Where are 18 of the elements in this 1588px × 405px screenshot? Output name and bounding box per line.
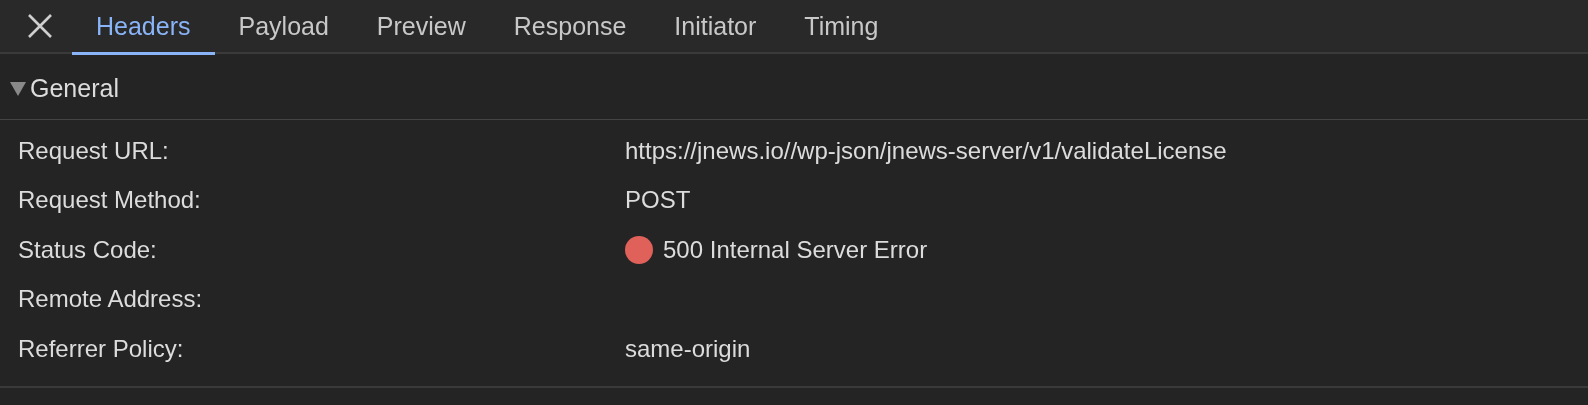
tab[interactable]: Payload [214, 0, 353, 55]
header-value: 500 Internal Server Error [663, 235, 928, 264]
section-header[interactable]: General [0, 58, 1588, 120]
tab[interactable]: Headers [72, 0, 215, 55]
tab[interactable]: Timing [780, 0, 903, 55]
header-name: Status Code: [17, 235, 158, 264]
header-value: https://jnews.io//wp-json/jnews-server/v1/validateLicense [625, 136, 1227, 165]
header-name: Request URL: [17, 136, 170, 165]
close-icon[interactable] [27, 13, 53, 39]
tab[interactable]: Initiator [650, 0, 781, 55]
header-value: same-origin [625, 334, 751, 363]
header-name: Remote Address: [17, 285, 204, 314]
tab[interactable]: Preview [352, 0, 490, 55]
triangle-icon[interactable] [10, 81, 26, 96]
header-value: POST [625, 186, 691, 215]
tab[interactable]: Response [489, 0, 651, 55]
header-name: Request Method: [17, 186, 202, 215]
header-name: Referrer Policy: [17, 334, 185, 363]
